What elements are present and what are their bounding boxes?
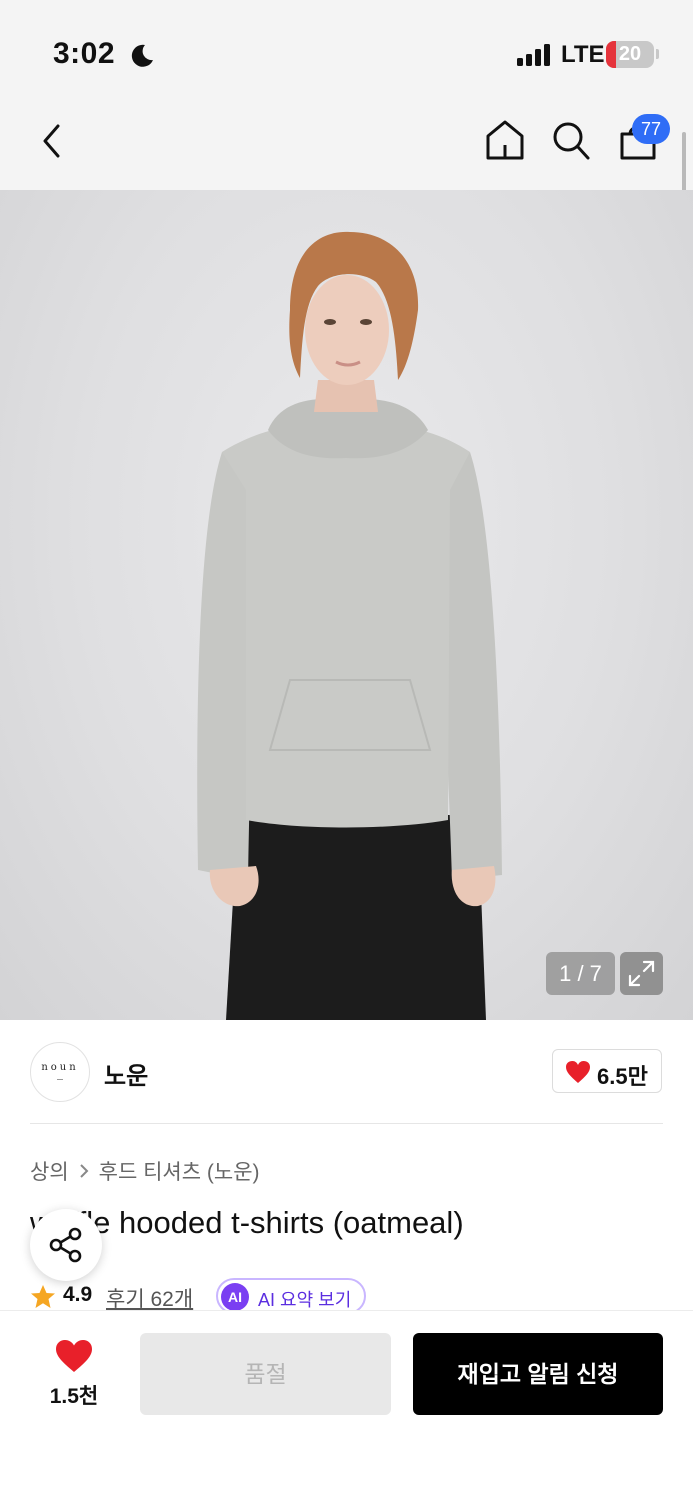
network-type: LTE bbox=[561, 41, 605, 68]
brand-like-button[interactable]: 6.5만 bbox=[552, 1049, 662, 1093]
soldout-button[interactable]: 품절 bbox=[140, 1333, 391, 1415]
image-counter: 1 / 7 bbox=[546, 952, 615, 995]
restock-alert-button[interactable]: 재입고 알림 신청 bbox=[413, 1333, 663, 1415]
product-photo[interactable] bbox=[0, 190, 693, 1020]
status-bar: 3:02 LTE 20 bbox=[0, 0, 693, 100]
star-icon bbox=[31, 1285, 55, 1308]
breadcrumb-subcategory[interactable]: 후드 티셔츠 (노운) bbox=[99, 1156, 260, 1186]
status-time: 3:02 bbox=[53, 37, 116, 70]
divider bbox=[30, 1123, 663, 1124]
ai-summary-label: AI 요약 보기 bbox=[258, 1290, 352, 1310]
search-icon[interactable] bbox=[550, 118, 592, 162]
share-button[interactable] bbox=[30, 1209, 102, 1281]
battery-icon: 20 bbox=[606, 41, 654, 68]
signal-icon bbox=[517, 44, 550, 66]
model-wearing-hoodie-image bbox=[197, 231, 502, 1020]
home-icon[interactable] bbox=[484, 118, 526, 162]
chevron-right-icon bbox=[79, 1164, 89, 1178]
rating-row: 4.9 후기 62개 AI AI 요약 보기 bbox=[30, 1278, 693, 1314]
ai-summary-button[interactable]: AI AI 요약 보기 bbox=[216, 1278, 366, 1314]
brand-logo[interactable]: noun bbox=[30, 1042, 90, 1102]
cart-count-badge: 77 bbox=[632, 114, 670, 144]
battery-level: 20 bbox=[618, 43, 642, 65]
wishlist-count: 1.5천 bbox=[49, 1385, 99, 1408]
breadcrumb-category[interactable]: 상의 bbox=[30, 1156, 69, 1186]
battery-tip bbox=[656, 49, 659, 59]
back-arrow-icon[interactable] bbox=[38, 122, 68, 160]
rating-value: 4.9 bbox=[63, 1283, 93, 1306]
heart-icon bbox=[566, 1061, 590, 1083]
brand-like-count: 6.5만 bbox=[597, 1064, 648, 1089]
moon-icon bbox=[131, 44, 153, 67]
expand-icon[interactable] bbox=[620, 952, 663, 995]
wishlist-heart-icon[interactable] bbox=[55, 1339, 93, 1373]
brand-name[interactable]: 노운 bbox=[104, 1056, 148, 1091]
review-count-link[interactable]: 후기 62개 bbox=[106, 1283, 193, 1313]
share-icon bbox=[49, 1227, 82, 1263]
ai-badge: AI bbox=[221, 1283, 249, 1311]
brand-logo-text: noun bbox=[41, 1062, 79, 1073]
breadcrumb: 상의 후드 티셔츠 (노운) bbox=[30, 1156, 260, 1186]
brand-logo-line bbox=[57, 1079, 63, 1080]
